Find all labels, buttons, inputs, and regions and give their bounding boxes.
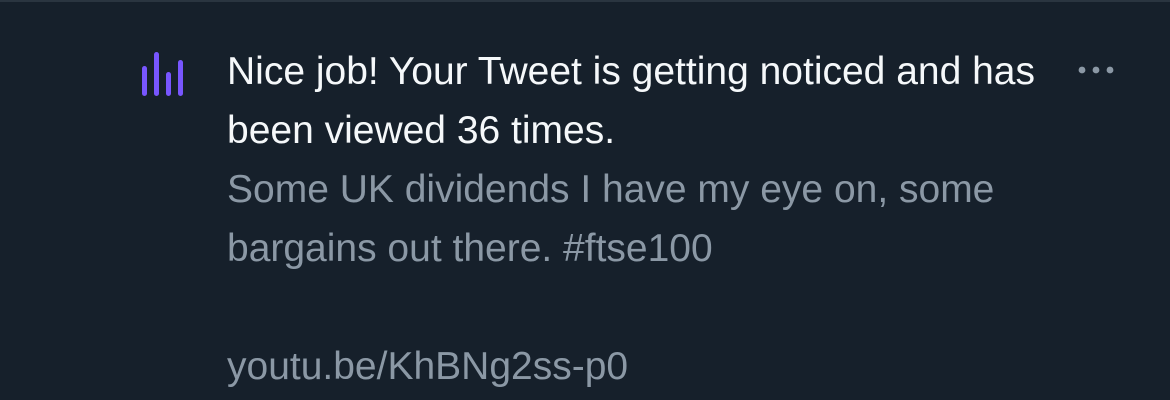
notification-content: Nice job! Your Tweet is getting noticed …	[227, 42, 1107, 396]
more-options-icon[interactable]	[1068, 52, 1124, 88]
tweet-text[interactable]: Some UK dividends I have my eye on, some…	[227, 160, 1107, 278]
notification-item[interactable]: Nice job! Your Tweet is getting noticed …	[0, 0, 1170, 400]
tweet-link[interactable]: youtu.be/KhBNg2ss-p0	[227, 337, 1107, 396]
notification-headline: Nice job! Your Tweet is getting noticed …	[227, 50, 1035, 152]
analytics-bars-icon	[140, 46, 192, 98]
